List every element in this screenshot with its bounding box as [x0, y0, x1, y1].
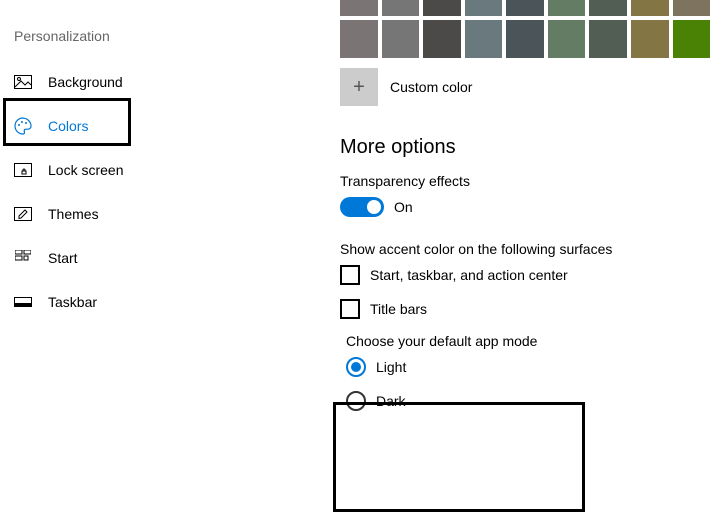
- sidebar-item-label: Colors: [48, 118, 88, 134]
- taskbar-icon: [14, 293, 32, 311]
- color-swatch[interactable]: [423, 20, 461, 58]
- transparency-label: Transparency effects: [340, 173, 710, 189]
- color-swatch[interactable]: [340, 0, 378, 16]
- color-swatch[interactable]: [423, 0, 461, 16]
- app-mode-light-row: Light: [346, 357, 710, 377]
- surface-titlebar-checkbox[interactable]: [340, 299, 360, 319]
- surface-start-checkbox[interactable]: [340, 265, 360, 285]
- surface-titlebar-label: Title bars: [370, 301, 427, 317]
- color-swatch[interactable]: [548, 0, 586, 16]
- sidebar-item-themes[interactable]: Themes: [0, 192, 200, 236]
- sidebar-item-taskbar[interactable]: Taskbar: [0, 280, 200, 324]
- color-swatch-row: [340, 20, 710, 58]
- app-mode-dark-row: Dark: [346, 391, 710, 411]
- pencil-frame-icon: [14, 205, 32, 223]
- main-content: + Custom color More options Transparency…: [340, 0, 710, 425]
- surface-start-row: Start, taskbar, and action center: [340, 265, 710, 285]
- toggle-state-label: On: [394, 199, 413, 215]
- app-mode-dark-label: Dark: [376, 393, 406, 409]
- color-swatch[interactable]: [631, 0, 669, 16]
- sidebar-item-start[interactable]: Start: [0, 236, 200, 280]
- color-swatch[interactable]: [548, 20, 586, 58]
- sidebar-item-label: Background: [48, 74, 123, 90]
- color-swatch[interactable]: [382, 0, 420, 16]
- sidebar-item-label: Lock screen: [48, 162, 123, 178]
- custom-color-button[interactable]: +: [340, 68, 378, 106]
- color-swatch-row-partial: [340, 0, 710, 16]
- app-mode-dark-radio[interactable]: [346, 391, 366, 411]
- sidebar-item-label: Themes: [48, 206, 99, 222]
- color-swatch[interactable]: [589, 20, 627, 58]
- transparency-toggle[interactable]: [340, 197, 384, 217]
- color-swatch[interactable]: [631, 20, 669, 58]
- color-swatch[interactable]: [673, 20, 711, 58]
- app-mode-light-label: Light: [376, 359, 406, 375]
- lockscreen-icon: [14, 161, 32, 179]
- image-icon: [14, 73, 32, 91]
- sidebar: Personalization Background Colors Lock s…: [0, 0, 200, 324]
- sidebar-item-label: Taskbar: [48, 294, 97, 310]
- color-swatch[interactable]: [340, 20, 378, 58]
- plus-icon: +: [353, 76, 365, 99]
- sidebar-item-label: Start: [48, 250, 78, 266]
- app-mode-heading: Choose your default app mode: [346, 333, 710, 349]
- color-swatch[interactable]: [465, 0, 503, 16]
- accent-surfaces-label: Show accent color on the following surfa…: [340, 241, 710, 257]
- sidebar-item-colors[interactable]: Colors: [0, 104, 200, 148]
- color-swatch[interactable]: [589, 0, 627, 16]
- custom-color-label[interactable]: Custom color: [390, 79, 472, 95]
- color-swatch[interactable]: [465, 20, 503, 58]
- sidebar-item-background[interactable]: Background: [0, 60, 200, 104]
- color-swatch[interactable]: [506, 20, 544, 58]
- custom-color-row: + Custom color: [340, 68, 710, 106]
- more-options-heading: More options: [340, 136, 710, 159]
- start-tiles-icon: [14, 249, 32, 267]
- color-swatch[interactable]: [382, 20, 420, 58]
- color-swatch[interactable]: [673, 0, 711, 16]
- sidebar-item-lockscreen[interactable]: Lock screen: [0, 148, 200, 192]
- surface-start-label: Start, taskbar, and action center: [370, 267, 568, 283]
- surface-titlebar-row: Title bars: [340, 299, 710, 319]
- transparency-toggle-row: On: [340, 197, 710, 217]
- sidebar-heading: Personalization: [0, 28, 200, 44]
- palette-icon: [14, 117, 32, 135]
- app-mode-light-radio[interactable]: [346, 357, 366, 377]
- color-swatch[interactable]: [506, 0, 544, 16]
